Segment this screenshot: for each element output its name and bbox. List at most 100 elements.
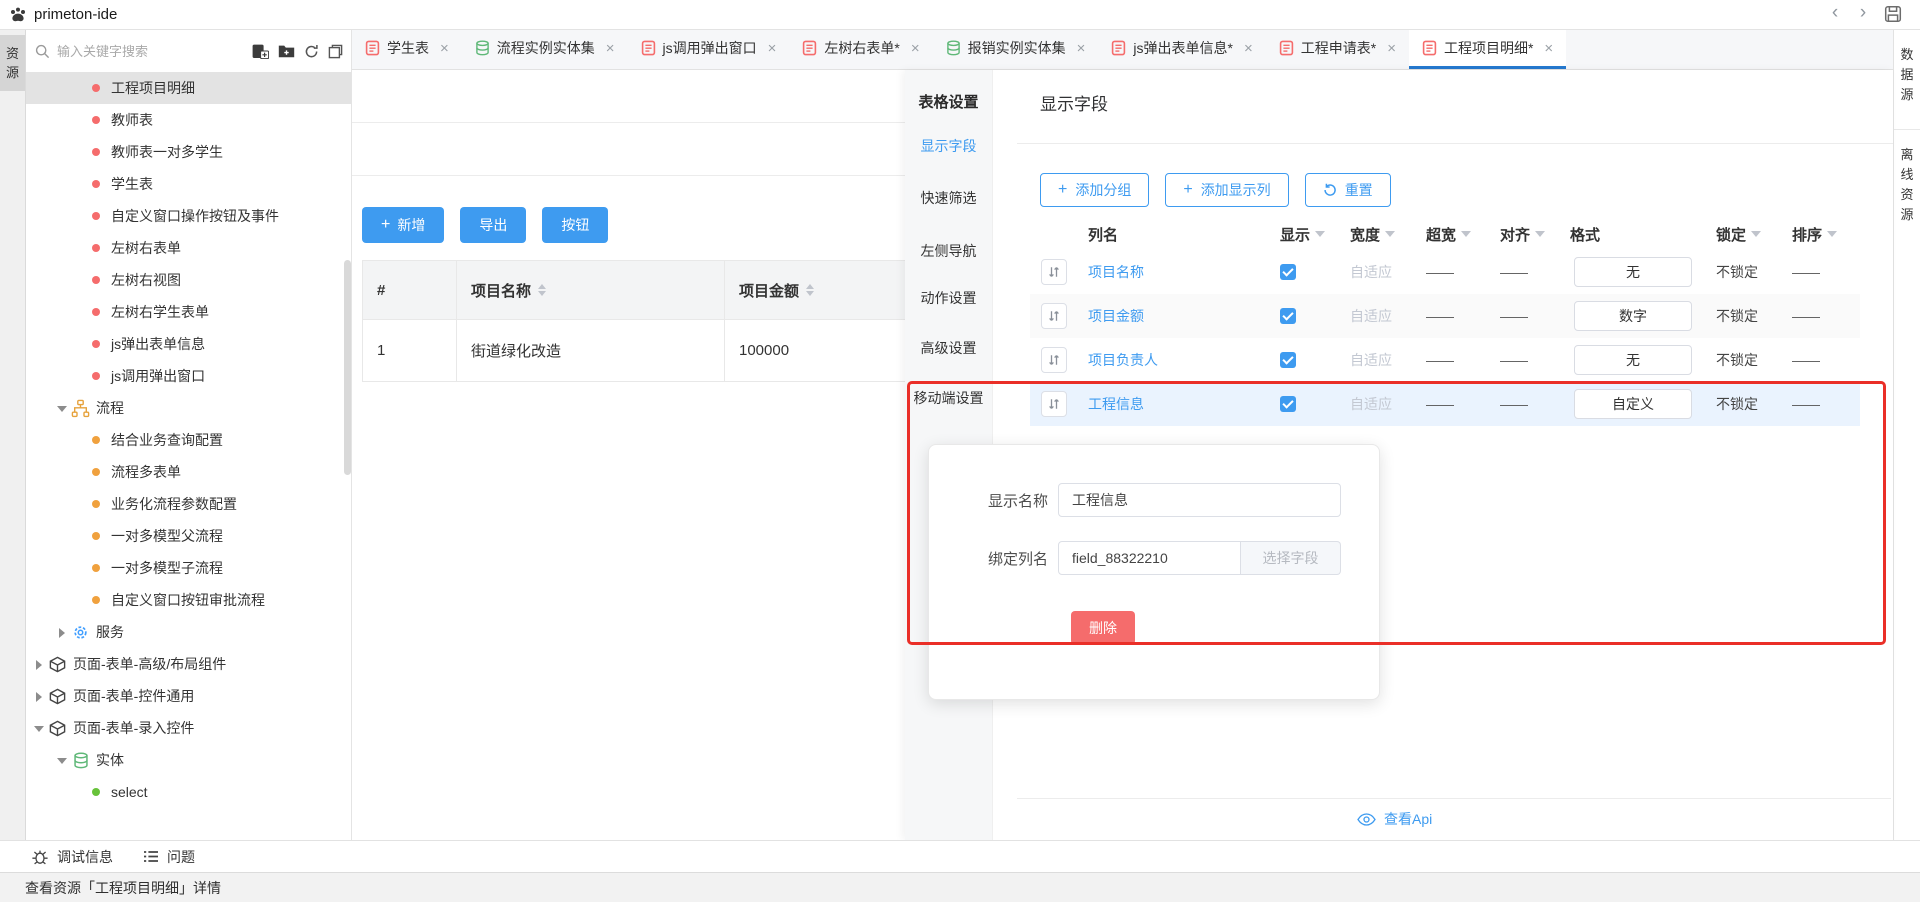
tree-item[interactable]: 页面-表单-高级/布局组件 [26, 648, 351, 680]
caret-down-icon[interactable] [1751, 231, 1761, 237]
right-rail-item-1[interactable]: 数据源 [1894, 30, 1920, 130]
format-select[interactable]: 自定义 [1574, 389, 1692, 419]
action-button-1[interactable]: +新增 [362, 207, 444, 243]
search-input[interactable] [57, 44, 245, 59]
tree-item[interactable]: 业务化流程参数配置 [26, 488, 351, 520]
tree-item[interactable]: 学生表 [26, 168, 351, 200]
caret-down-icon[interactable] [1535, 231, 1545, 237]
field-name-link[interactable]: 工程信息 [1088, 394, 1144, 414]
view-api-link[interactable]: 查看Api [1357, 809, 1432, 829]
field-name-link[interactable]: 项目负责人 [1088, 350, 1158, 370]
chevron-right-icon[interactable] [33, 659, 44, 670]
tree-item[interactable]: 左树右学生表单 [26, 296, 351, 328]
tree-item[interactable]: 工程项目明细 [26, 72, 351, 104]
tab-8[interactable]: 工程项目明细*× [1409, 30, 1566, 69]
close-icon[interactable]: × [911, 40, 920, 57]
swap-icon[interactable] [1041, 347, 1067, 373]
visible-checkbox[interactable] [1280, 396, 1296, 412]
settings-toolbar-button-2[interactable]: +添加显示列 [1165, 173, 1288, 207]
tree-item[interactable]: 教师表一对多学生 [26, 136, 351, 168]
tree-item[interactable]: 实体 [26, 744, 351, 776]
swap-icon[interactable] [1041, 391, 1067, 417]
sort-icon[interactable] [806, 284, 814, 296]
settings-menu-item-2[interactable]: 快速筛选 [905, 188, 992, 208]
tree-item[interactable]: js调用弹出窗口 [26, 360, 351, 392]
tree-item[interactable]: 结合业务查询配置 [26, 424, 351, 456]
visible-checkbox[interactable] [1280, 352, 1296, 368]
format-select[interactable]: 数字 [1574, 301, 1692, 331]
field-row-3[interactable]: 项目负责人自适应————无不锁定—— [1030, 338, 1860, 382]
settings-menu-item-5[interactable]: 高级设置 [905, 338, 992, 358]
caret-down-icon[interactable] [1461, 231, 1471, 237]
table-row[interactable]: 1街道绿化改造100000 [363, 319, 905, 381]
select-field-button[interactable]: 选择字段 [1241, 541, 1341, 575]
tree-item[interactable]: 流程多表单 [26, 456, 351, 488]
close-icon[interactable]: × [606, 40, 615, 57]
tree-item[interactable]: 教师表 [26, 104, 351, 136]
save-icon[interactable] [1884, 5, 1902, 23]
fields-column-header-7[interactable]: 锁定 [1706, 224, 1782, 245]
visible-checkbox[interactable] [1280, 308, 1296, 324]
field-name-link[interactable]: 项目金额 [1088, 306, 1144, 326]
bottom-bar-item-2[interactable]: 问题 [143, 847, 195, 867]
nav-forward-icon[interactable]: › [1852, 2, 1874, 24]
tab-1[interactable]: 学生表× [352, 30, 462, 69]
chevron-right-icon[interactable] [33, 691, 44, 702]
caret-down-icon[interactable] [1385, 231, 1395, 237]
fields-column-header-5[interactable]: 对齐 [1490, 224, 1560, 245]
caret-down-icon[interactable] [1315, 231, 1325, 237]
chevron-down-icon[interactable] [56, 755, 67, 766]
tab-5[interactable]: 报销实例实体集× [933, 30, 1099, 69]
action-button-3[interactable]: 按钮 [542, 207, 608, 243]
caret-down-icon[interactable] [1827, 231, 1837, 237]
fields-column-header-2[interactable]: 显示 [1270, 224, 1340, 245]
tab-2[interactable]: 流程实例实体集× [462, 30, 628, 69]
close-icon[interactable]: × [1077, 40, 1086, 57]
collapse-icon[interactable] [328, 44, 343, 59]
swap-icon[interactable] [1041, 259, 1067, 285]
tab-3[interactable]: js调用弹出窗口× [628, 30, 790, 69]
tree-item[interactable]: 页面-表单-控件通用 [26, 680, 351, 712]
settings-menu-item-6[interactable]: 移动端设置 [905, 388, 992, 408]
column-header-2[interactable]: 项目名称 [456, 261, 724, 319]
folder-plus-icon[interactable] [278, 44, 295, 58]
field-name-link[interactable]: 项目名称 [1088, 262, 1144, 282]
bottom-bar-item-1[interactable]: 调试信息 [31, 847, 113, 867]
display-name-input[interactable] [1058, 483, 1341, 517]
fields-column-header-4[interactable]: 超宽 [1416, 224, 1490, 245]
right-rail-item-2[interactable]: 离线资源 [1894, 130, 1920, 249]
close-icon[interactable]: × [1244, 40, 1253, 57]
sort-icon[interactable] [538, 284, 546, 296]
settings-menu-item-1[interactable]: 显示字段 [905, 136, 992, 156]
refresh-icon[interactable] [304, 44, 319, 59]
settings-menu-item-4[interactable]: 动作设置 [905, 288, 992, 308]
fields-column-header-8[interactable]: 排序 [1782, 224, 1860, 245]
tree-item[interactable]: 左树右视图 [26, 264, 351, 296]
rail-tab-resources[interactable]: 资源 [0, 35, 25, 91]
chevron-down-icon[interactable] [56, 403, 67, 414]
tree-item[interactable]: 一对多模型子流程 [26, 552, 351, 584]
visible-checkbox[interactable] [1280, 264, 1296, 280]
tree-item[interactable]: select [26, 776, 351, 808]
delete-button[interactable]: 删除 [1071, 611, 1135, 645]
tree-item[interactable]: 一对多模型父流程 [26, 520, 351, 552]
tree-item[interactable]: 自定义窗口按钮审批流程 [26, 584, 351, 616]
tree-item[interactable]: 服务 [26, 616, 351, 648]
tree-item[interactable]: 自定义窗口操作按钮及事件 [26, 200, 351, 232]
settings-menu-item-3[interactable]: 左侧导航 [905, 241, 992, 261]
nav-back-icon[interactable]: ‹ [1824, 2, 1846, 24]
sidebar-scrollbar[interactable] [344, 260, 351, 475]
tab-7[interactable]: 工程申请表*× [1266, 30, 1409, 69]
tree-item[interactable]: 页面-表单-录入控件 [26, 712, 351, 744]
fields-column-header-3[interactable]: 宽度 [1340, 224, 1416, 245]
tree-item[interactable]: js弹出表单信息 [26, 328, 351, 360]
tab-6[interactable]: js弹出表单信息*× [1098, 30, 1265, 69]
format-select[interactable]: 无 [1574, 345, 1692, 375]
import-icon[interactable] [252, 44, 269, 59]
format-select[interactable]: 无 [1574, 257, 1692, 287]
action-button-2[interactable]: 导出 [460, 207, 526, 243]
column-header-3[interactable]: 项目金额 [724, 261, 905, 319]
field-row-4[interactable]: 工程信息自适应————自定义不锁定—— [1030, 382, 1860, 426]
field-row-1[interactable]: 项目名称自适应————无不锁定—— [1030, 250, 1860, 294]
chevron-down-icon[interactable] [33, 723, 44, 734]
